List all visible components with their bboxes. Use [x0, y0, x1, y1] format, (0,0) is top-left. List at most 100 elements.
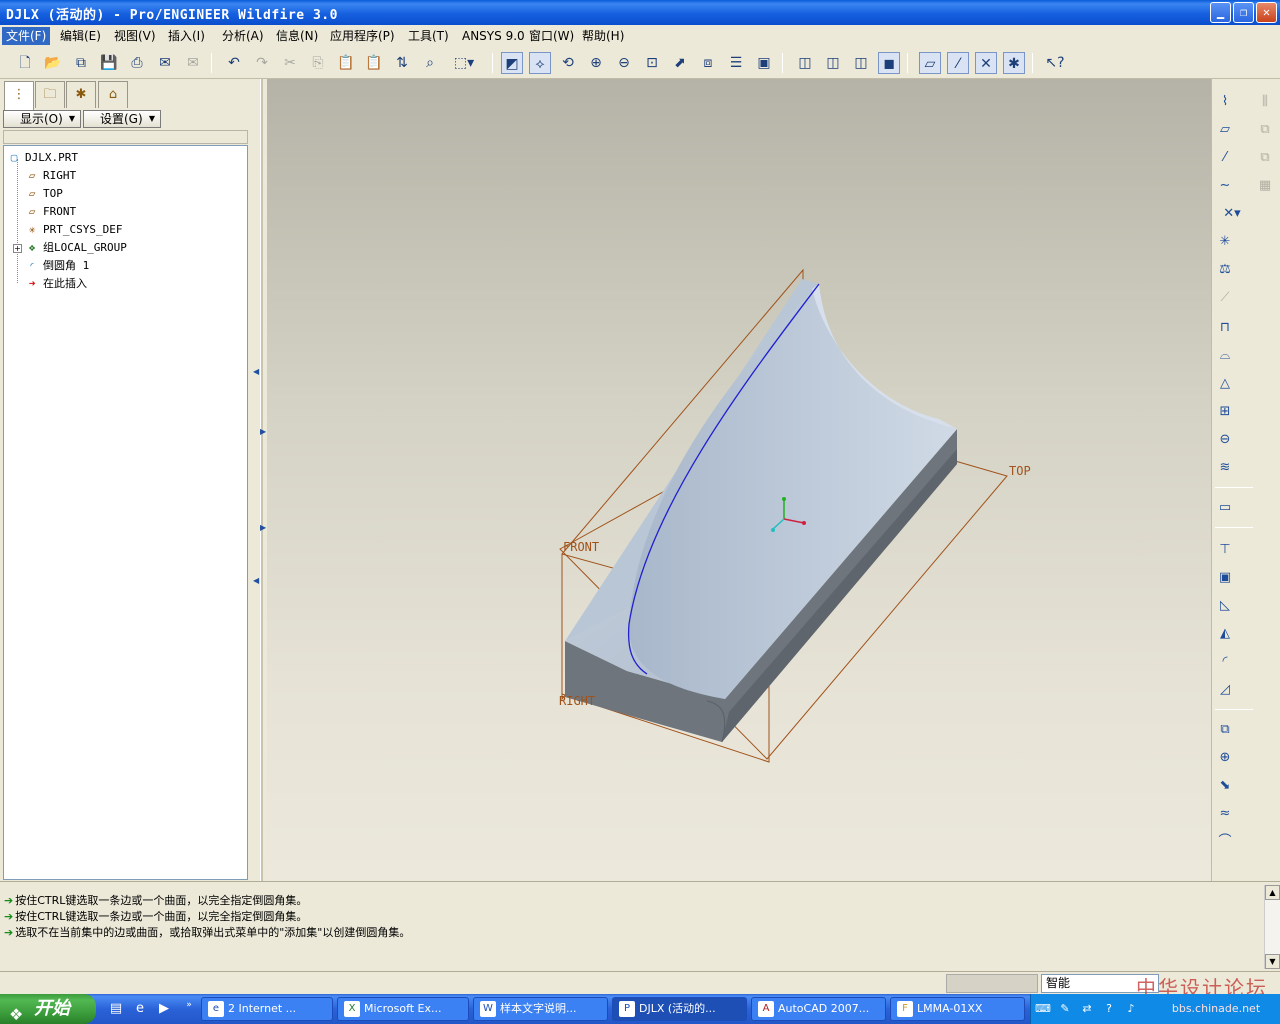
favorites-tab-icon[interactable]: ✱ [66, 81, 96, 108]
media-player-icon[interactable]: ▶ [155, 1000, 173, 1018]
expand-right-icon[interactable]: ▶ [260, 523, 266, 532]
no-hidden-icon[interactable]: ◫ [850, 52, 872, 74]
copy-paste-feature-icon[interactable]: ⧉ [1214, 719, 1236, 741]
wireframe-icon[interactable]: ◫ [794, 52, 816, 74]
tree-item-top[interactable]: ▱ TOP [24, 185, 63, 203]
collapse-left-icon[interactable]: ◀ [253, 367, 259, 376]
menu-ansys[interactable]: ANSYS 9.0 [458, 27, 529, 45]
tree-item-front[interactable]: ▱ FRONT [24, 203, 76, 221]
model-viewport[interactable]: TOP FRONT RIGHT [267, 79, 1211, 881]
datum-point-icon[interactable]: ✕▾ [1214, 203, 1250, 225]
shell-icon[interactable]: ▣ [1214, 567, 1236, 589]
task-folder[interactable]: F LMMA-01XX [890, 997, 1025, 1021]
volume-icon[interactable]: ♪ [1123, 1001, 1139, 1017]
connections-tab-icon[interactable]: ⌂ [98, 81, 128, 108]
graphics-window[interactable]: TOP FRONT RIGHT [267, 79, 1211, 881]
minimize-button[interactable]: ▁ [1210, 2, 1231, 23]
scroll-up-icon[interactable]: ▲ [1265, 885, 1280, 900]
model-tree-tab-icon[interactable]: ⋮ [4, 81, 34, 110]
send-link-icon[interactable]: ✉ [182, 52, 204, 74]
menu-edit[interactable]: 编辑(E) [56, 27, 105, 45]
menu-info[interactable]: 信息(N) [272, 27, 322, 45]
hole-icon[interactable]: ⊤ [1214, 539, 1236, 561]
saved-views-icon[interactable]: ⧈ [697, 52, 719, 74]
menu-applications[interactable]: 应用程序(P) [326, 27, 399, 45]
cut-icon[interactable]: ✂ [279, 52, 301, 74]
menu-window[interactable]: 窗口(W) [525, 27, 578, 45]
style-icon[interactable]: ≋ [1214, 457, 1236, 479]
menu-view[interactable]: 视图(V) [110, 27, 160, 45]
pipe-icon[interactable]: ⟋ [1214, 287, 1236, 309]
settings-dropdown-button[interactable]: 设置(G) ▼ [83, 110, 161, 128]
expand-icon[interactable]: + [13, 244, 22, 253]
tree-item-part[interactable]: ▢ DJLX.PRT [6, 149, 78, 167]
pen-icon[interactable]: ✎ [1057, 1001, 1073, 1017]
sweep-blend-icon[interactable]: △ [1214, 373, 1236, 395]
show-desktop-icon[interactable]: ▤ [107, 1000, 125, 1018]
thicken-icon[interactable]: ≈ [1214, 803, 1236, 825]
tree-item-insert-here[interactable]: ➜ 在此插入 [24, 275, 87, 293]
refit-icon[interactable]: ⊡ [641, 52, 663, 74]
merge-icon[interactable]: ⧉ [1254, 119, 1276, 141]
open-session-icon[interactable]: ⧉ [70, 52, 92, 74]
hidden-line-icon[interactable]: ◫ [822, 52, 844, 74]
scroll-down-icon[interactable]: ▼ [1265, 954, 1280, 969]
task-excel[interactable]: X Microsoft Ex... [337, 997, 469, 1021]
spin-center-icon[interactable]: ⟡ [529, 52, 551, 74]
start-button[interactable]: ❖ 开始 [0, 994, 96, 1024]
variable-sweep-icon[interactable]: ⊞ [1214, 401, 1236, 423]
datum-curve-icon[interactable]: ∼ [1214, 175, 1236, 197]
folder-browser-tab-icon[interactable]: 🗀 [35, 81, 65, 108]
task-internet[interactable]: e2 Internet ... [201, 997, 333, 1021]
pattern-icon[interactable]: ▦ [1254, 175, 1276, 197]
extrude-icon[interactable]: ⊓ [1214, 317, 1236, 339]
collapse-left-icon[interactable]: ◀ [253, 576, 259, 585]
tree-item-csys[interactable]: ✳ PRT_CSYS_DEF [24, 221, 123, 239]
zoom-in-icon[interactable]: ⊕ [585, 52, 607, 74]
round-icon[interactable]: ◜ [1214, 651, 1236, 673]
datum-axis-icon[interactable]: ⁄ [1214, 147, 1236, 169]
chamfer-icon[interactable]: ◿ [1214, 679, 1236, 701]
csys-icon[interactable]: ✳ [1214, 231, 1236, 253]
sketch-datum-icon[interactable]: ⌇ [1214, 91, 1236, 113]
trim-icon[interactable]: ⧉ [1254, 147, 1276, 169]
chevron-right-icon[interactable]: » [180, 996, 198, 1014]
csys-display-icon[interactable]: ✱ [1003, 52, 1025, 74]
tree-item-group[interactable]: ❖ 组LOCAL_GROUP [24, 239, 127, 257]
close-button[interactable]: ✕ [1256, 2, 1277, 23]
context-help-icon[interactable]: ↖? [1044, 52, 1066, 74]
task-proe[interactable]: P DJLX (活动的... [612, 997, 747, 1021]
datum-axes-display-icon[interactable]: ⁄ [947, 52, 969, 74]
menu-tools[interactable]: 工具(T) [404, 27, 453, 45]
send-mail-icon[interactable]: ✉ [154, 52, 176, 74]
maximize-button[interactable]: ❐ [1233, 2, 1254, 23]
shading-icon[interactable]: ◼ [878, 52, 900, 74]
ie-quicklaunch-icon[interactable]: e [131, 1000, 149, 1018]
boundary-blend-icon[interactable]: ⊖ [1214, 429, 1236, 451]
menu-analysis[interactable]: 分析(A) [218, 27, 268, 45]
show-dropdown-button[interactable]: 显示(O) ▼ [3, 110, 81, 128]
solidify-icon[interactable]: ⌒ [1214, 831, 1236, 853]
redo-icon[interactable]: ↷ [251, 52, 273, 74]
keyboard-icon[interactable]: ⌨ [1035, 1001, 1051, 1017]
message-scrollbar[interactable]: ▲ ▼ [1264, 885, 1280, 969]
menu-help[interactable]: 帮助(H) [578, 27, 628, 45]
view-manager-icon[interactable]: ▣ [753, 52, 775, 74]
undo-icon[interactable]: ↶ [223, 52, 245, 74]
copy-icon[interactable]: ⎘ [307, 52, 329, 74]
paste-special-icon[interactable]: 📋 [363, 52, 385, 74]
datum-points-display-icon[interactable]: ✕ [975, 52, 997, 74]
datum-plane-icon[interactable]: ▱ [1214, 119, 1236, 141]
offset-icon[interactable]: ⬊ [1214, 775, 1236, 797]
rib-icon[interactable]: ◺ [1214, 595, 1236, 617]
print-icon[interactable]: ⎙ [126, 52, 148, 74]
expand-right-icon[interactable]: ▶ [260, 427, 266, 436]
zoom-out-icon[interactable]: ⊖ [613, 52, 635, 74]
repaint-icon[interactable]: ◩ [501, 52, 523, 74]
analysis-feature-icon[interactable]: ⚖ [1214, 259, 1236, 281]
tree-item-round[interactable]: ◜ 倒圆角 1 [24, 257, 90, 275]
datum-planes-display-icon[interactable]: ▱ [919, 52, 941, 74]
task-autocad[interactable]: A AutoCAD 2007... [751, 997, 886, 1021]
tree-item-right[interactable]: ▱ RIGHT [24, 167, 76, 185]
open-folder-icon[interactable]: 📂 [42, 52, 64, 74]
